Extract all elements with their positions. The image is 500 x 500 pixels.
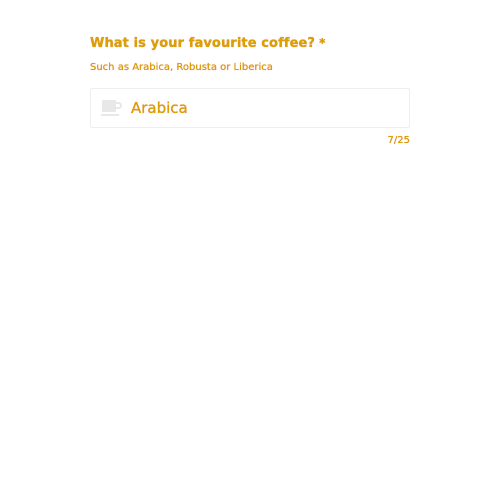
required-marker: *	[319, 36, 326, 50]
field-label: What is your favourite coffee?	[90, 36, 316, 51]
character-counter: 7/25	[387, 135, 410, 146]
coffee-input[interactable]: Arabica	[90, 88, 410, 128]
field-label-row: What is your favourite coffee? *	[90, 36, 410, 54]
coffee-input-value: Arabica	[131, 99, 188, 117]
coffee-cup-icon	[101, 98, 123, 118]
field-hint: Such as Arabica, Robusta or Liberica	[90, 62, 273, 73]
coffee-field: What is your favourite coffee? * Such as…	[90, 36, 410, 128]
form-page: What is your favourite coffee? * Such as…	[0, 0, 500, 500]
